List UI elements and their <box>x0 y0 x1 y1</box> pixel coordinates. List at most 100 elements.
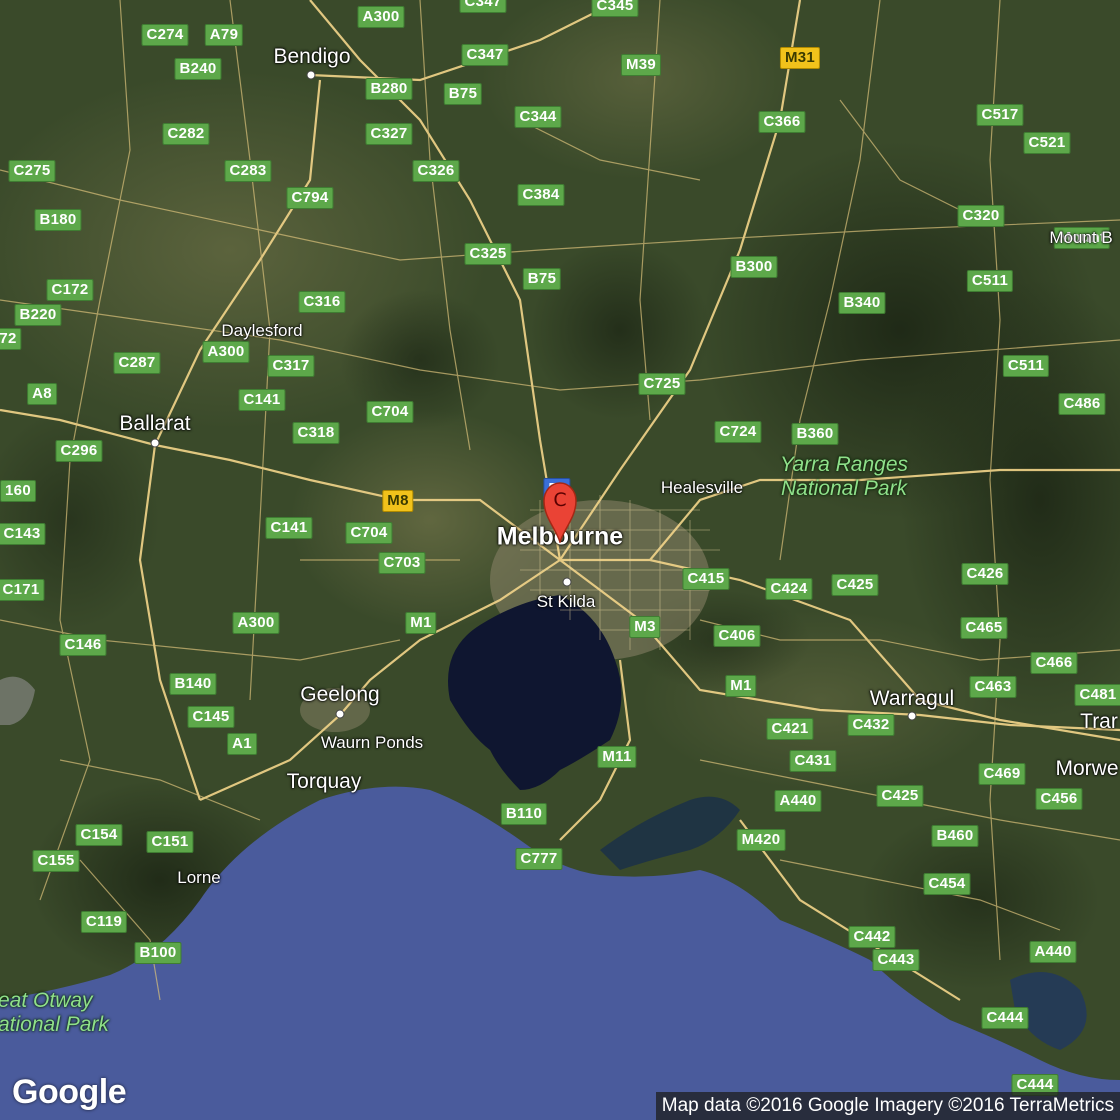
route-shield-m1: M1 <box>405 612 437 634</box>
route-shield-c325: C325 <box>464 243 512 265</box>
park-yarra-ranges[interactable]: Yarra Ranges National Park <box>780 453 908 501</box>
route-shield-72: 72 <box>0 328 22 350</box>
route-shield-c425: C425 <box>876 785 924 807</box>
route-shield-a440: A440 <box>774 790 822 812</box>
route-shield-c347: C347 <box>461 44 509 66</box>
place-waurn-ponds[interactable]: Waurn Ponds <box>321 733 423 753</box>
route-shield-m39: M39 <box>620 54 662 76</box>
place-traralgon[interactable]: Trar <box>1080 710 1118 734</box>
marker-label: C <box>553 489 567 511</box>
park-great-otway[interactable]: eat Otway ational Park <box>0 989 109 1037</box>
route-shield-c415: C415 <box>682 568 730 590</box>
route-shield-c296: C296 <box>55 440 103 462</box>
route-shield-c155: C155 <box>32 850 80 872</box>
route-shield-c521: C521 <box>1023 132 1071 154</box>
route-shield-m31: M31 <box>779 47 821 69</box>
place-geelong[interactable]: Geelong <box>300 683 379 707</box>
route-shield-c366: C366 <box>758 111 806 133</box>
route-shield-c469: C469 <box>978 763 1026 785</box>
route-shield-c347: C347 <box>459 0 507 13</box>
route-shield-c154: C154 <box>75 824 123 846</box>
route-shield-c443: C443 <box>872 949 920 971</box>
route-shield-b300: B300 <box>730 256 778 278</box>
route-shield-160: 160 <box>0 480 36 502</box>
google-logo[interactable]: Google <box>12 1073 127 1112</box>
route-shield-c326: C326 <box>412 160 460 182</box>
route-shield-c725: C725 <box>638 373 686 395</box>
town-dot-bendigo <box>306 70 316 80</box>
route-shield-c287: C287 <box>113 352 161 374</box>
route-shield-c318: C318 <box>292 422 340 444</box>
route-shield-c481: C481 <box>1074 684 1120 706</box>
town-dot-st-kilda <box>562 577 572 587</box>
route-shield-a79: A79 <box>204 24 244 46</box>
town-dot-geelong <box>335 709 345 719</box>
route-shield-b360: B360 <box>791 423 839 445</box>
route-shield-b340: B340 <box>838 292 886 314</box>
route-shield-a300: A300 <box>232 612 280 634</box>
place-bendigo[interactable]: Bendigo <box>273 45 350 69</box>
route-shield-b75: B75 <box>522 268 562 290</box>
route-shield-c486: C486 <box>1058 393 1106 415</box>
route-shield-a440: A440 <box>1029 941 1077 963</box>
route-shield-c345: C345 <box>591 0 639 17</box>
route-shield-c384: C384 <box>517 184 565 206</box>
place-st-kilda[interactable]: St Kilda <box>537 592 596 612</box>
route-shield-c424: C424 <box>765 578 813 600</box>
park-label-line: Yarra Ranges <box>780 453 909 476</box>
route-shield-c426: C426 <box>961 563 1009 585</box>
place-warragul[interactable]: Warragul <box>870 687 954 711</box>
park-label-line: eat Otway <box>0 989 93 1012</box>
place-mount-b[interactable]: Mount B <box>1049 228 1112 248</box>
route-shield-c704: C704 <box>345 522 393 544</box>
place-torquay[interactable]: Torquay <box>287 770 362 794</box>
route-shield-c275: C275 <box>8 160 56 182</box>
route-shield-c327: C327 <box>365 123 413 145</box>
route-shield-c316: C316 <box>298 291 346 313</box>
route-shield-b110: B110 <box>500 803 548 825</box>
route-shield-c431: C431 <box>789 750 837 772</box>
route-shield-a8: A8 <box>27 383 57 405</box>
route-shield-c143: C143 <box>0 523 46 545</box>
route-shield-b460: B460 <box>931 825 979 847</box>
place-daylesford[interactable]: Daylesford <box>221 321 302 341</box>
route-shield-c703: C703 <box>378 552 426 574</box>
route-shield-m3: M3 <box>629 616 661 638</box>
map-attribution[interactable]: Map data ©2016 Google Imagery ©2016 Terr… <box>655 1092 1120 1120</box>
route-shield-c442: C442 <box>848 926 896 948</box>
place-lorne[interactable]: Lorne <box>177 868 220 888</box>
route-shield-c344: C344 <box>514 106 562 128</box>
route-shield-c421: C421 <box>766 718 814 740</box>
route-shield-c274: C274 <box>141 24 189 46</box>
route-shield-b75: B75 <box>443 83 483 105</box>
route-shield-c704: C704 <box>366 401 414 423</box>
route-shield-c317: C317 <box>267 355 315 377</box>
route-shield-b240: B240 <box>174 58 222 80</box>
place-healesville[interactable]: Healesville <box>661 478 743 498</box>
route-shield-c320: C320 <box>957 205 1005 227</box>
route-shield-c141: C141 <box>265 517 313 539</box>
route-shield-c282: C282 <box>162 123 210 145</box>
route-shield-c456: C456 <box>1035 788 1083 810</box>
route-shield-c141: C141 <box>238 389 286 411</box>
route-shield-c444: C444 <box>981 1007 1029 1029</box>
route-shield-c724: C724 <box>714 421 762 443</box>
route-shield-c283: C283 <box>224 160 272 182</box>
route-shield-b100: B100 <box>134 942 182 964</box>
route-shield-b280: B280 <box>365 78 413 100</box>
place-morwell[interactable]: Morwe <box>1055 757 1118 781</box>
route-shield-c146: C146 <box>59 634 107 656</box>
map-marker-pin[interactable]: C <box>541 481 579 545</box>
route-shield-c406: C406 <box>713 625 761 647</box>
map-canvas[interactable]: C274 A79 A300 C347 C345 B240 C347 M39 M31 B280 B75… <box>0 0 1120 1120</box>
route-shield-b140: B140 <box>169 673 217 695</box>
route-shield-a300: A300 <box>202 341 250 363</box>
route-shield-m11: M11 <box>597 746 637 768</box>
route-shield-c465: C465 <box>960 617 1008 639</box>
place-ballarat[interactable]: Ballarat <box>119 412 190 436</box>
town-dot-ballarat <box>150 438 160 448</box>
route-shield-c511: C511 <box>966 270 1014 292</box>
route-shield-c466: C466 <box>1030 652 1078 674</box>
park-label-line: National Park <box>780 477 908 500</box>
route-shield-c511: C511 <box>1002 355 1050 377</box>
